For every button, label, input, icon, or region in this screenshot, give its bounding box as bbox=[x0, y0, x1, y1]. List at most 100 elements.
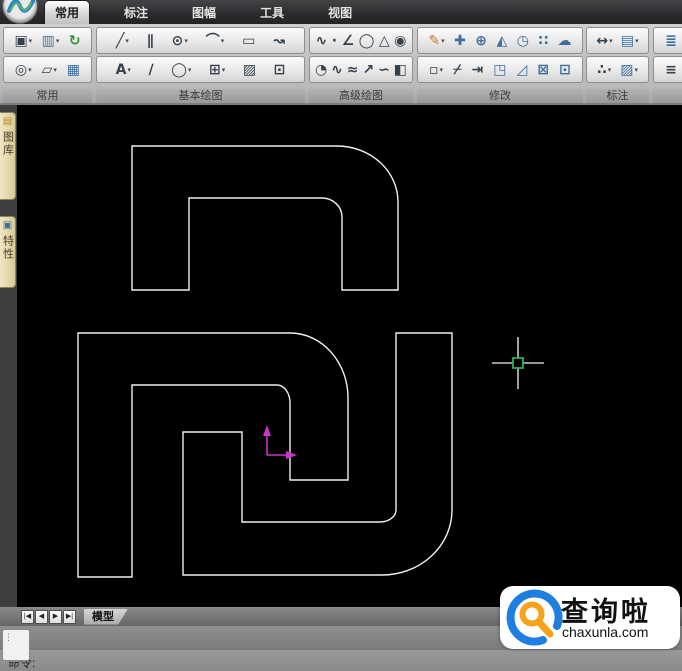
dropdown-arrow-icon[interactable]: ▾ bbox=[125, 37, 129, 45]
command-bar[interactable]: 命令: bbox=[0, 650, 682, 671]
chamfer-icon[interactable]: ◿ bbox=[516, 59, 529, 81]
trim-icon[interactable]: ⌿ bbox=[452, 59, 462, 81]
offset-icon[interactable]: ⊡ bbox=[558, 59, 572, 81]
extend-icon[interactable]: ⇥ bbox=[471, 59, 485, 81]
tool-icon: ▨ bbox=[242, 61, 257, 78]
dropdown-arrow-icon[interactable]: ▾ bbox=[609, 37, 613, 45]
line-icon[interactable]: ╱ ▾ bbox=[115, 30, 130, 52]
tab-changyong[interactable]: 常用 bbox=[44, 0, 91, 24]
dropdown-arrow-icon[interactable]: ▾ bbox=[635, 37, 639, 45]
tab-shitu[interactable]: 视图 bbox=[318, 0, 362, 24]
properties-icon[interactable]: ≣ bbox=[664, 30, 678, 52]
dim-linear-icon[interactable]: ↔ ▾ bbox=[595, 30, 613, 52]
copy-3d-icon[interactable]: ⊠ bbox=[536, 59, 550, 81]
tool-icon: ∽ bbox=[378, 61, 390, 78]
drawing-lower-left-shape[interactable] bbox=[77, 332, 349, 578]
tab-tufu[interactable]: 图幅 bbox=[182, 0, 226, 24]
freehand-icon[interactable]: ∽ bbox=[377, 59, 391, 81]
cone-icon[interactable]: ◧ bbox=[393, 59, 408, 81]
rectangle-icon[interactable]: ▭ bbox=[241, 30, 256, 52]
parallel-icon[interactable]: ∥ bbox=[146, 30, 155, 52]
nav-prev-button[interactable]: ◀ bbox=[35, 609, 48, 624]
rotate-icon[interactable]: ◷ bbox=[516, 30, 530, 52]
dropdown-arrow-icon[interactable]: ▾ bbox=[53, 66, 57, 74]
quick-dim-icon[interactable]: ⊞ ▾ bbox=[208, 59, 226, 81]
select-icon[interactable]: ▫ ▾ bbox=[428, 59, 444, 81]
arc-icon[interactable]: ⌒ ▾ bbox=[205, 30, 226, 52]
update-icon[interactable]: ↻ bbox=[68, 30, 82, 52]
copy-icon[interactable]: ▥ ▾ bbox=[41, 30, 61, 52]
dropdown-arrow-icon[interactable]: ▾ bbox=[188, 66, 192, 74]
arrow-icon[interactable]: ↗ bbox=[361, 59, 375, 81]
ribbon-group-label: 修改 bbox=[417, 89, 583, 103]
tool-icon: ◿ bbox=[516, 61, 528, 78]
dropdown-arrow-icon[interactable]: ▾ bbox=[221, 37, 225, 45]
mirror-icon[interactable]: ◭ bbox=[495, 30, 508, 52]
ribbon-group-label: 标注 bbox=[586, 89, 649, 103]
nav-next-button[interactable]: ▶ bbox=[49, 609, 62, 624]
dropdown-arrow-icon[interactable]: ▾ bbox=[29, 37, 33, 45]
nav-first-button[interactable]: |◀ bbox=[21, 609, 34, 624]
tool-icon: ∴ bbox=[596, 61, 607, 78]
move-icon[interactable]: ✚ bbox=[453, 30, 467, 52]
sidebar-tab-library[interactable]: ▤ 图库 bbox=[0, 112, 16, 200]
dropdown-arrow-icon[interactable]: ▾ bbox=[441, 37, 445, 45]
spline-icon[interactable]: ∿ bbox=[315, 30, 329, 52]
drawing-lower-right-shape[interactable] bbox=[182, 332, 453, 576]
ellipse-icon[interactable]: ◯ ▾ bbox=[170, 59, 192, 81]
drawing-upper-shape[interactable] bbox=[131, 145, 399, 291]
scale-icon[interactable]: ◳ bbox=[492, 59, 507, 81]
sidebar-tab-properties[interactable]: ▣ 特性 bbox=[0, 216, 16, 288]
revision-cloud-icon[interactable]: ☁ bbox=[557, 30, 573, 52]
ellipse-adv-icon[interactable]: ◯ bbox=[358, 30, 376, 52]
dropdown-arrow-icon[interactable]: ▾ bbox=[222, 66, 226, 74]
circle-icon[interactable]: ⊙ ▾ bbox=[171, 30, 189, 52]
copy-move-icon[interactable]: ⊕ bbox=[474, 30, 488, 52]
polyline-icon[interactable]: ↝ bbox=[272, 30, 286, 52]
dropdown-arrow-icon[interactable]: ▾ bbox=[634, 66, 638, 74]
sketch-icon[interactable]: ∕ bbox=[148, 59, 155, 81]
text-icon[interactable]: A ▾ bbox=[115, 59, 132, 81]
dropdown-arrow-icon[interactable]: ▾ bbox=[440, 66, 444, 74]
tool-icon: ◷ bbox=[516, 32, 529, 49]
insert-block-icon[interactable]: ▱ ▾ bbox=[41, 59, 58, 81]
dropdown-arrow-icon[interactable]: ▾ bbox=[184, 37, 188, 45]
tab-biaozhu[interactable]: 标注 bbox=[114, 0, 158, 24]
image-icon[interactable]: ⊡ bbox=[273, 59, 287, 81]
model-tab[interactable]: 模型 bbox=[84, 608, 128, 625]
watermark-logo-icon bbox=[506, 589, 563, 646]
tool-icon: ↝ bbox=[273, 32, 286, 49]
command-panel-handle[interactable]: ⋮ bbox=[2, 629, 30, 661]
erase-icon[interactable]: ✎ ▾ bbox=[427, 30, 445, 52]
tool-icon: ▤ bbox=[620, 32, 635, 49]
angle-line-icon[interactable]: ∠ bbox=[341, 30, 356, 52]
wave-icon[interactable]: ∿ bbox=[330, 59, 344, 81]
hatch-icon[interactable]: ▨ bbox=[242, 59, 257, 81]
tab-gongju[interactable]: 工具 bbox=[250, 0, 294, 24]
tool-icon: ∕ bbox=[148, 61, 154, 78]
tool-icon: ◎ bbox=[14, 61, 28, 78]
revolve-icon[interactable]: ◉ bbox=[393, 30, 407, 52]
dropdown-arrow-icon[interactable]: ▾ bbox=[127, 66, 131, 74]
polygon-icon[interactable]: △ bbox=[378, 30, 391, 52]
paste-icon[interactable]: ▣ ▾ bbox=[13, 30, 33, 52]
tab-label: 工具 bbox=[260, 5, 285, 20]
dim-style-icon[interactable]: ▨ ▾ bbox=[619, 59, 639, 81]
dim-image-icon[interactable]: ▤ ▾ bbox=[620, 30, 640, 52]
dropdown-arrow-icon[interactable]: ▾ bbox=[28, 66, 32, 74]
nav-last-button[interactable]: ▶| bbox=[63, 609, 76, 624]
zigzag-icon[interactable]: ≈ bbox=[346, 59, 360, 81]
zoom-icon[interactable]: ◎ ▾ bbox=[14, 59, 33, 81]
tool-icon: ✎ bbox=[428, 32, 441, 49]
menu-icon[interactable]: ≡ bbox=[664, 59, 678, 81]
display-icon[interactable]: ▦ bbox=[66, 59, 81, 81]
dropdown-arrow-icon[interactable]: ▾ bbox=[608, 66, 612, 74]
tool-icon: A bbox=[115, 61, 127, 78]
dim-node-icon[interactable]: ∴ ▾ bbox=[596, 59, 612, 81]
drawing-canvas[interactable] bbox=[18, 105, 682, 607]
point-icon[interactable]: · bbox=[331, 30, 338, 52]
app-logo-button[interactable] bbox=[2, 0, 38, 24]
array-icon[interactable]: ∷ bbox=[537, 30, 549, 52]
dropdown-arrow-icon[interactable]: ▾ bbox=[56, 37, 60, 45]
pie-icon[interactable]: ◔ bbox=[314, 59, 328, 81]
